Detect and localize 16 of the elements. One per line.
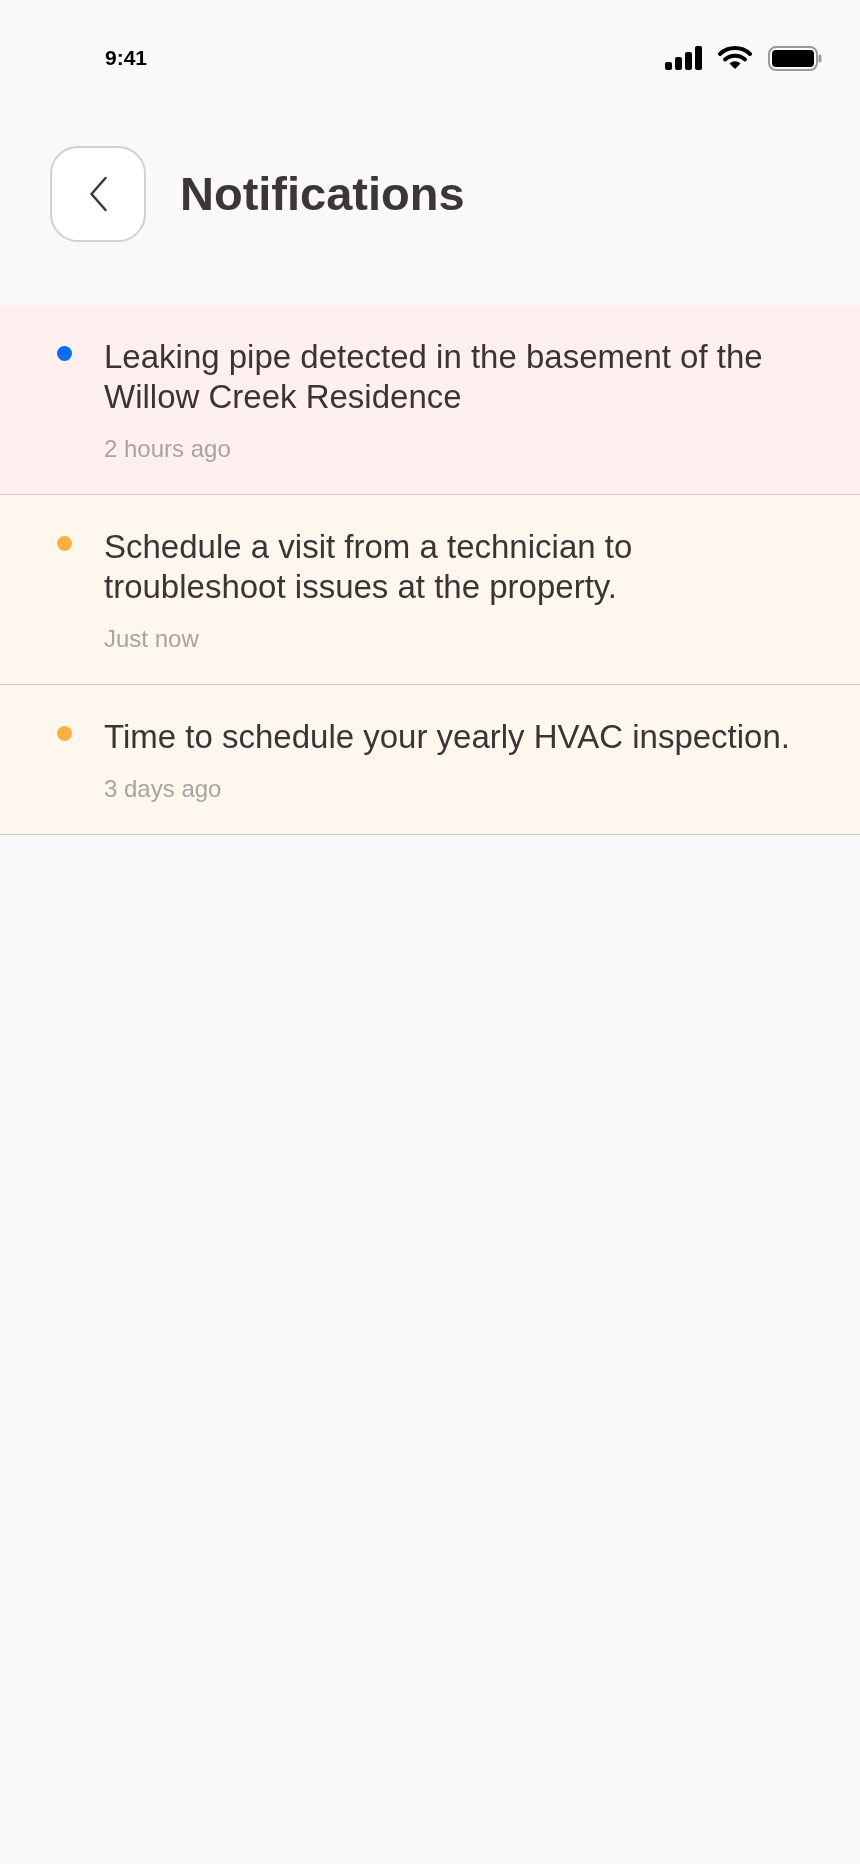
battery-icon xyxy=(768,45,822,71)
notification-message: Schedule a visit from a technician to troubleshoot issues at the property. xyxy=(104,527,634,607)
back-button[interactable] xyxy=(50,146,146,242)
page-title: Notifications xyxy=(180,166,465,222)
notification-item[interactable]: Schedule a visit from a technician to troubleshoot issues at the property. Just now xyxy=(0,495,860,685)
signal-icon xyxy=(665,46,702,70)
notification-item[interactable]: Leaking pipe detected in the basement of the Willow Creek Residence 2 hours ago xyxy=(0,305,860,495)
notification-time: 3 days ago xyxy=(104,774,223,804)
notification-message: Time to schedule your yearly HVAC inspection. xyxy=(104,717,791,757)
notification-time: 2 hours ago xyxy=(104,434,232,464)
notification-message: Leaking pipe detected in the basement of the Willow Creek Residence xyxy=(104,337,764,417)
chevron-left-icon xyxy=(88,176,108,212)
wifi-icon xyxy=(718,46,752,70)
notification-time: Just now xyxy=(104,624,200,654)
notification-item[interactable]: Time to schedule your yearly HVAC inspection. 3 days ago xyxy=(0,685,860,835)
status-time: 9:41 xyxy=(105,46,148,70)
